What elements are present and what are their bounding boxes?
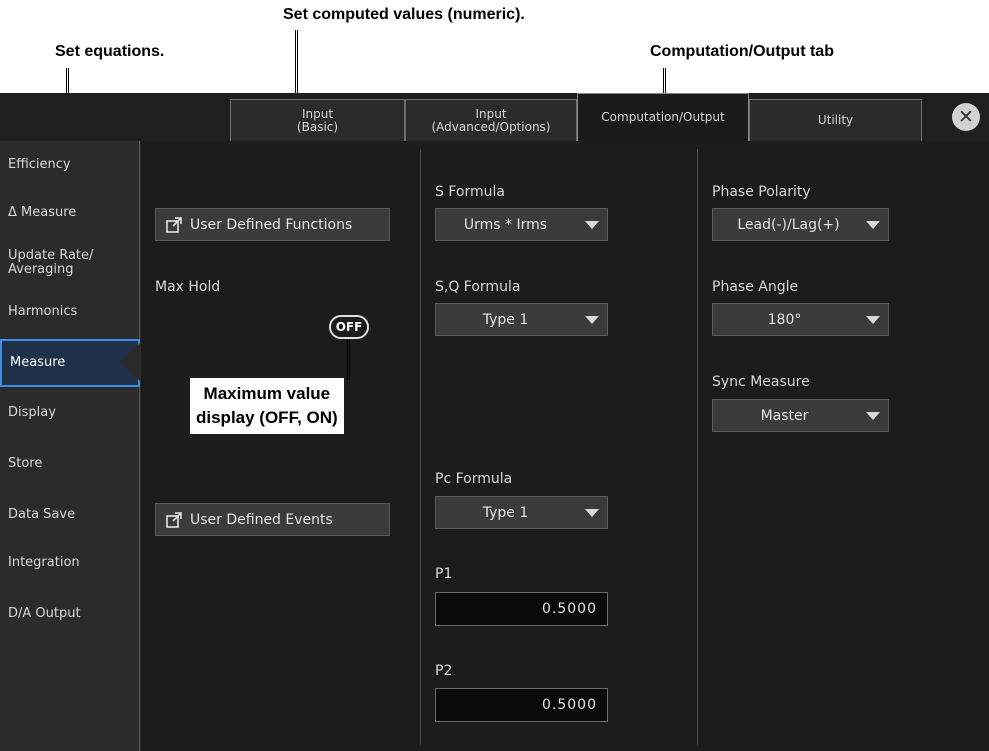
column-divider: [420, 149, 421, 745]
callout-set-equations: Set equations.: [55, 43, 165, 60]
s-formula-dropdown[interactable]: Urms * Irms: [435, 208, 608, 241]
s-formula-label: S Formula: [435, 184, 505, 200]
sidebar-item-measure[interactable]: Measure: [0, 339, 140, 387]
user-defined-functions-button[interactable]: User Defined Functions: [155, 208, 390, 241]
max-hold-label: Max Hold: [155, 279, 221, 295]
phase-polarity-dropdown[interactable]: Lead(-)/Lag(+): [712, 208, 889, 241]
column-divider: [697, 149, 698, 745]
sidebar-item-integration[interactable]: Integration: [0, 541, 140, 585]
active-indicator: [120, 343, 140, 381]
callout-computation-output-tab: Computation/Output tab: [650, 43, 834, 60]
phase-polarity-value: Lead(-)/Lag(+): [737, 216, 840, 233]
sidebar-item-efficiency[interactable]: Efficiency: [0, 143, 140, 187]
p1-label: P1: [435, 566, 453, 582]
sq-formula-value: Type 1: [482, 311, 529, 328]
sidebar-item-delta-measure[interactable]: Δ Measure: [0, 191, 140, 235]
chevron-down-icon: [585, 220, 599, 229]
phase-polarity-label: Phase Polarity: [712, 184, 811, 200]
sync-measure-value: Master: [760, 407, 809, 424]
sq-formula-dropdown[interactable]: Type 1: [435, 303, 608, 336]
callout-line-max-hold: [347, 340, 350, 380]
sidebar-item-da-output[interactable]: D/A Output: [0, 592, 140, 636]
tab-bar: Input (Basic) Input (Advanced/Options) C…: [0, 93, 989, 141]
measure-settings-panel: User Defined Functions Max Hold User Def…: [141, 141, 989, 751]
user-defined-events-button[interactable]: User Defined Events: [155, 503, 390, 536]
tab-computation-output[interactable]: Computation/Output: [577, 93, 749, 141]
external-link-icon: [166, 216, 182, 233]
sidebar-item-label: Measure: [10, 355, 66, 370]
sidebar-item-store[interactable]: Store: [0, 442, 140, 486]
tab-input-basic[interactable]: Input (Basic): [230, 99, 405, 141]
phase-angle-label: Phase Angle: [712, 279, 799, 295]
sync-measure-dropdown[interactable]: Master: [712, 399, 889, 432]
phase-angle-dropdown[interactable]: 180°: [712, 303, 889, 336]
p2-input[interactable]: 0.5000: [435, 688, 608, 722]
pc-formula-label: Pc Formula: [435, 471, 513, 487]
tab-input-advanced-options[interactable]: Input (Advanced/Options): [405, 99, 577, 141]
callout-set-computed-values: Set computed values (numeric).: [283, 6, 525, 23]
sidebar-item-display[interactable]: Display: [0, 391, 140, 435]
sq-formula-label: S,Q Formula: [435, 279, 521, 295]
max-hold-toggle[interactable]: OFF: [329, 315, 369, 339]
callout-max-value-display: Maximum value display (OFF, ON): [190, 378, 344, 434]
p1-input[interactable]: 0.5000: [435, 592, 608, 626]
close-icon[interactable]: ✕: [952, 103, 980, 131]
sidebar: Efficiency Δ Measure Update Rate/ Averag…: [0, 141, 140, 751]
s-formula-value: Urms * Irms: [463, 216, 548, 233]
sidebar-item-update-rate-averaging[interactable]: Update Rate/ Averaging: [0, 241, 140, 285]
sync-measure-label: Sync Measure: [712, 374, 810, 390]
phase-angle-value: 180°: [767, 311, 802, 328]
p2-label: P2: [435, 663, 453, 679]
pc-formula-dropdown[interactable]: Type 1: [435, 496, 608, 529]
pc-formula-value: Type 1: [482, 504, 529, 521]
user-defined-functions-label: User Defined Functions: [190, 216, 353, 233]
tab-utility[interactable]: Utility: [749, 99, 922, 141]
chevron-down-icon: [866, 315, 880, 324]
sidebar-item-data-save[interactable]: Data Save: [0, 493, 140, 537]
user-defined-events-label: User Defined Events: [190, 511, 333, 528]
chevron-down-icon: [866, 220, 880, 229]
external-link-icon: [166, 511, 182, 528]
application-screen: Input (Basic) Input (Advanced/Options) C…: [0, 93, 989, 751]
chevron-down-icon: [585, 508, 599, 517]
chevron-down-icon: [866, 411, 880, 420]
chevron-down-icon: [585, 315, 599, 324]
sidebar-item-harmonics[interactable]: Harmonics: [0, 290, 140, 334]
